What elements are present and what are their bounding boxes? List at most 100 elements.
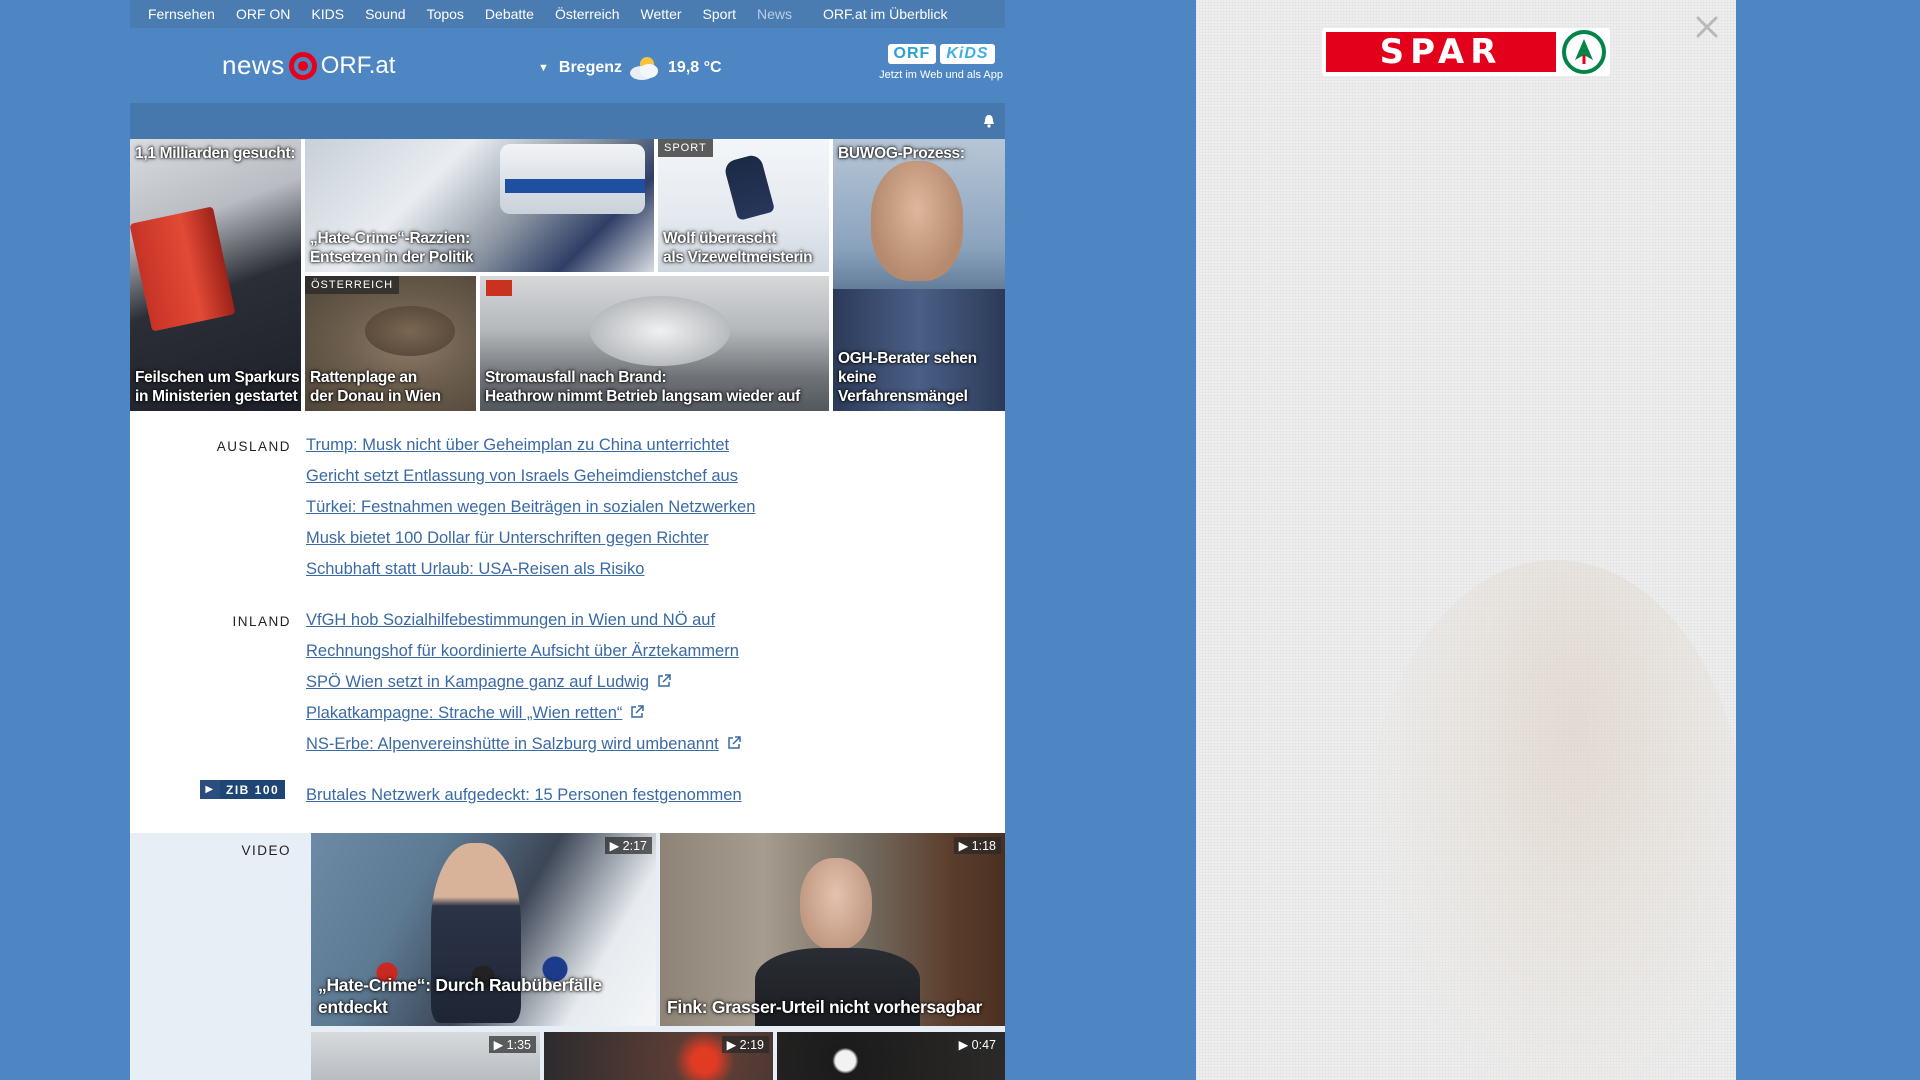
image-smoke <box>590 296 730 366</box>
external-link-icon <box>630 705 645 719</box>
nav-fernsehen[interactable]: Fernsehen <box>148 6 215 22</box>
nav-orf-on[interactable]: ORF ON <box>236 6 290 22</box>
weather-city: Bregenz <box>558 59 623 76</box>
video-tile-3[interactable]: ▶ 1:35 <box>311 1032 540 1080</box>
video-duration: ▶ 1:35 <box>488 1036 536 1053</box>
headline-inland-5[interactable]: NS-Erbe: Alpenvereinshütte in Salzburg w… <box>306 735 741 754</box>
zib100-badge[interactable]: ▶ ZIB 100 <box>200 780 286 799</box>
video-section: VIDEO ▶ 2:17 „Hate-Crime“: Durch Raubübe… <box>130 833 1005 1080</box>
headline-text: SPÖ Wien setzt in Kampagne ganz auf Ludw… <box>306 673 650 691</box>
video-tile-hate-crime[interactable]: ▶ 2:17 „Hate-Crime“: Durch Raubüberfälle… <box>311 833 656 1026</box>
nav-sound[interactable]: Sound <box>365 6 405 22</box>
spar-logo: SPAR <box>1322 28 1610 76</box>
nav-topos[interactable]: Topos <box>427 6 464 22</box>
image-head <box>800 858 872 950</box>
category-tag: ÖSTERREICH <box>305 276 400 294</box>
weather-widget[interactable]: ▼ Bregenz 19,8 °C <box>538 52 722 81</box>
story-tile-rattenplage[interactable]: ÖSTERREICH Rattenplage an der Donau in W… <box>305 276 476 411</box>
orf-news-site: Fernsehen ORF ON KIDS Sound Topos Debatt… <box>130 0 1005 1080</box>
nav-news[interactable]: News <box>757 6 792 22</box>
story-tile-heathrow[interactable]: Stromausfall nach Brand: Heathrow nimmt … <box>480 276 829 411</box>
headline-ausland-5[interactable]: Schubhaft statt Urlaub: USA-Reisen als R… <box>306 560 644 579</box>
weather-temperature: 19,8 °C <box>668 59 722 76</box>
caption-line: Fink: Grasser-Urteil nicht vorhersagbar <box>667 997 983 1017</box>
caption-line: der Donau in Wien <box>310 388 441 405</box>
kids-badge: KiDS <box>940 44 995 64</box>
category-tag: SPORT <box>658 139 713 157</box>
nav-oesterreich[interactable]: Österreich <box>555 6 620 22</box>
headline-lists: AUSLAND Trump: Musk nicht über Geheimpla… <box>130 411 1005 833</box>
duration-text: 1:35 <box>506 1038 531 1052</box>
video-duration: ▶ 1:18 <box>953 837 1001 854</box>
headline-inland-4[interactable]: Plakatkampagne: Strache will „Wien rette… <box>306 704 645 723</box>
story-tile-sparkurs[interactable]: 1,1 Milliarden gesucht: Feilschen um Spa… <box>130 139 301 411</box>
image-folder-stack <box>130 206 236 332</box>
orf-kids-promo[interactable]: ORF KiDS Jetzt im Web und als App <box>879 44 1003 81</box>
external-link-icon <box>727 736 741 750</box>
video-tile-5[interactable]: ▶ 0:47 <box>777 1032 1005 1080</box>
caption-line: Entsetzen in der Politik <box>310 249 474 266</box>
alert-bar <box>130 103 1005 139</box>
image-police-stripe <box>505 179 645 193</box>
caption-line: keine Verfahrensmängel <box>838 369 968 405</box>
kids-caption: Jetzt im Web und als App <box>879 69 1003 81</box>
headline-ausland-1[interactable]: Trump: Musk nicht über Geheimplan zu Chi… <box>306 436 729 455</box>
top-stories-mosaic: 1,1 Milliarden gesucht: Feilschen um Spa… <box>130 139 1005 411</box>
caption-line: „Hate-Crime“-Razzien: <box>310 230 470 247</box>
duration-text: 2:17 <box>622 839 647 853</box>
nav-debatte[interactable]: Debatte <box>485 6 534 22</box>
headline-inland-2[interactable]: Rechnungshof für koordinierte Aufsicht ü… <box>306 642 739 661</box>
headline-text: NS-Erbe: Alpenvereinshütte in Salzburg w… <box>306 735 719 753</box>
video-duration: ▶ 0:47 <box>953 1036 1001 1053</box>
headline-inland-3[interactable]: SPÖ Wien setzt in Kampagne ganz auf Ludw… <box>306 673 671 692</box>
duration-text: 0:47 <box>971 1038 996 1052</box>
story-tile-wolf-ski[interactable]: SPORT Wolf überrascht als Vizeweltmeiste… <box>658 139 829 272</box>
spar-brand-text: SPAR <box>1379 32 1503 72</box>
nav-kids[interactable]: KIDS <box>311 6 344 22</box>
logo-news-text: news <box>222 50 285 80</box>
caption-line: Feilschen um Sparkurs <box>135 369 300 386</box>
news-orf-logo[interactable]: news ORF.at <box>222 50 395 81</box>
play-icon: ▶ <box>200 780 220 799</box>
orf-badge: ORF <box>887 44 937 64</box>
story-caption: Rattenplage an der Donau in Wien <box>310 368 441 406</box>
story-kicker: 1,1 Milliarden gesucht: <box>135 145 296 162</box>
section-label-ausland: AUSLAND <box>216 439 291 454</box>
site-header: news ORF.at ▼ Bregenz 19,8 °C ORF KiDS J… <box>130 28 1005 103</box>
orf-eye-icon <box>288 51 317 80</box>
story-caption: Stromausfall nach Brand: Heathrow nimmt … <box>485 368 800 406</box>
spar-tree-icon <box>1562 30 1606 74</box>
video-duration: ▶ 2:17 <box>604 837 652 854</box>
caption-line: Heathrow nimmt Betrieb langsam wieder au… <box>485 388 800 405</box>
image-skier <box>722 153 776 221</box>
zib100-label: ZIB 100 <box>220 780 286 799</box>
image-fire-truck <box>486 280 512 296</box>
caption-line: „Hate-Crime“: Durch Raubüberfälle <box>318 975 602 995</box>
story-tile-buwog[interactable]: BUWOG-Prozess: OGH-Berater sehen keine V… <box>833 139 1005 411</box>
story-caption: „Hate-Crime“-Razzien: Entsetzen in der P… <box>310 229 474 267</box>
caption-line: Stromausfall nach Brand: <box>485 369 667 386</box>
logo-orf-text: ORF.at <box>320 51 396 79</box>
headline-zib100[interactable]: Brutales Netzwerk aufgedeckt: 15 Persone… <box>306 786 742 805</box>
caption-line: Rattenplage an <box>310 369 417 386</box>
story-tile-hate-crime[interactable]: „Hate-Crime“-Razzien: Entsetzen in der P… <box>305 139 654 272</box>
image-face <box>871 161 963 281</box>
caption-line: als Vizeweltmeisterin <box>663 249 813 266</box>
headline-ausland-4[interactable]: Musk bietet 100 Dollar für Unterschrifte… <box>306 529 709 548</box>
headline-inland-1[interactable]: VfGH hob Sozialhilfebestimmungen in Wien… <box>306 611 715 630</box>
nav-wetter[interactable]: Wetter <box>641 6 682 22</box>
spar-advertisement[interactable]: SPAR <box>1196 0 1736 1080</box>
nav-sport[interactable]: Sport <box>703 6 736 22</box>
duration-text: 1:18 <box>971 839 996 853</box>
video-tile-fink[interactable]: ▶ 1:18 Fink: Grasser-Urteil nicht vorher… <box>660 833 1005 1026</box>
nav-orf-overview[interactable]: ORF.at im Überblick <box>823 6 947 22</box>
headline-ausland-2[interactable]: Gericht setzt Entlassung von Israels Geh… <box>306 467 738 486</box>
spar-wordmark: SPAR <box>1326 32 1556 72</box>
bell-icon[interactable] <box>983 114 995 128</box>
close-icon[interactable] <box>1694 14 1720 40</box>
headline-ausland-3[interactable]: Türkei: Festnahmen wegen Beiträgen in so… <box>306 498 755 517</box>
caption-line: OGH-Berater sehen <box>838 350 977 367</box>
video-tile-4[interactable]: ▶ 2:19 <box>544 1032 773 1080</box>
video-caption: „Hate-Crime“: Durch Raubüberfälle entdec… <box>318 974 602 1018</box>
story-caption: Feilschen um Sparkurs in Ministerien ges… <box>135 368 300 406</box>
